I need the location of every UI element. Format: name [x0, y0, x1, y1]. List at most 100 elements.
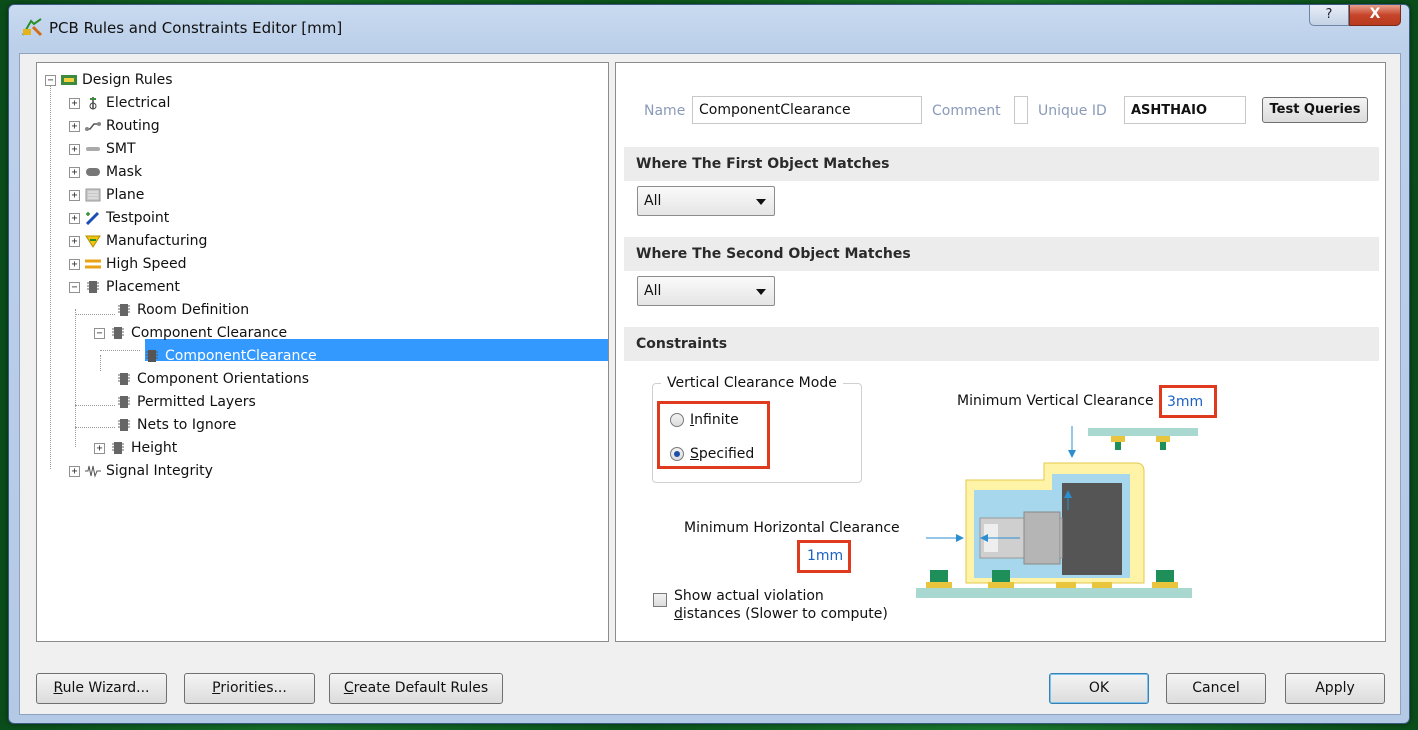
electrical-icon: [89, 97, 97, 110]
tree-item-label: ComponentClearance: [165, 348, 317, 364]
placement-icon: [87, 281, 99, 293]
close-button[interactable]: X: [1349, 5, 1401, 26]
comment-label: Comment: [932, 103, 1001, 119]
plane-icon: [85, 188, 101, 202]
show-violation-label: Show actual violation distances (Slower …: [674, 588, 888, 622]
tree-item-signal-integrity[interactable]: + Signal Integrity: [69, 460, 213, 482]
expand-icon[interactable]: +: [69, 189, 80, 201]
expand-icon[interactable]: +: [69, 235, 80, 247]
expand-icon[interactable]: +: [69, 258, 80, 270]
cancel-button[interactable]: Cancel: [1166, 673, 1266, 704]
mask-icon: [86, 168, 100, 176]
rule-comment-field[interactable]: [1014, 96, 1028, 124]
test-queries-button[interactable]: Test Queries: [1262, 97, 1368, 123]
design-rules-icon: [61, 75, 77, 85]
tree-item-height[interactable]: + Height: [94, 437, 177, 459]
tree-guide: [100, 350, 140, 351]
show-violation-checkbox[interactable]: [653, 593, 667, 607]
apply-button[interactable]: Apply: [1285, 673, 1385, 704]
tree-item-label: Signal Integrity: [106, 463, 213, 479]
testpoint-icon: [85, 211, 100, 225]
high-speed-icon: [85, 259, 101, 269]
pad: [1152, 582, 1178, 588]
tree-item-high-speed[interactable]: + High Speed: [69, 253, 187, 275]
pad: [1111, 436, 1125, 442]
pad: [926, 582, 952, 588]
tree-item-label: Component Clearance: [131, 325, 288, 341]
tree-item-permitted-layers[interactable]: Permitted Layers: [115, 391, 256, 413]
rule-chip-icon: [146, 350, 158, 362]
expand-icon[interactable]: +: [94, 442, 105, 454]
tree-item-label: Design Rules: [82, 72, 173, 88]
title-bar[interactable]: PCB Rules and Constraints Editor [mm] ? …: [9, 5, 1409, 47]
first-object-dropdown[interactable]: All: [637, 186, 775, 216]
collapse-icon[interactable]: −: [69, 281, 80, 293]
dropdown-arrow-icon: [756, 289, 766, 295]
expand-icon[interactable]: +: [69, 143, 80, 155]
rule-name-field[interactable]: ComponentClearance: [692, 96, 922, 124]
dialog-client-area: − Design Rules + Electrical + Routing +: [19, 53, 1401, 715]
rule-wizard-button[interactable]: Rule Wizard...: [36, 673, 167, 704]
manufacturing-icon: [85, 235, 101, 248]
name-label: Name: [644, 103, 686, 119]
unique-id-field[interactable]: ASHTHAIO: [1124, 96, 1246, 124]
pad: [1056, 582, 1076, 588]
tree-item-label: Room Definition: [137, 302, 250, 318]
expand-icon[interactable]: +: [69, 212, 80, 224]
tree-item-placement[interactable]: − Placement: [69, 276, 180, 298]
expand-icon[interactable]: +: [69, 166, 80, 178]
dropdown-arrow-icon: [756, 199, 766, 205]
collapse-icon[interactable]: −: [45, 74, 56, 86]
tree-item-room-definition[interactable]: Room Definition: [115, 299, 249, 321]
radio-highlight-box: [657, 401, 770, 469]
rule-chip-icon: [118, 396, 130, 408]
tree-item-plane[interactable]: + Plane: [69, 184, 144, 206]
tree-item-electrical[interactable]: + Electrical: [69, 92, 170, 114]
priorities-button[interactable]: Priorities...: [184, 673, 315, 704]
tree-guide: [75, 427, 115, 428]
collapse-icon[interactable]: −: [94, 327, 105, 339]
tree-item-routing[interactable]: + Routing: [69, 115, 160, 137]
min-vertical-clearance-value[interactable]: 3mm: [1167, 394, 1203, 410]
ok-button[interactable]: OK: [1049, 673, 1149, 704]
tree-item-label: Component Orientations: [137, 371, 310, 387]
first-object-section-header: Where The First Object Matches: [624, 147, 1379, 181]
rule-chip-icon: [118, 304, 130, 316]
dropdown-value: All: [644, 283, 662, 299]
tree-item-label: Routing: [106, 118, 160, 134]
routing-icon: [85, 122, 101, 131]
expand-icon[interactable]: +: [69, 120, 80, 132]
pad: [1156, 436, 1170, 442]
tree-item-componentclearance-rule[interactable]: ComponentClearance: [143, 345, 317, 367]
dropdown-value: All: [644, 193, 662, 209]
help-button[interactable]: ?: [1309, 5, 1349, 26]
tree-item-label: Height: [131, 440, 178, 456]
tree-item-label: Manufacturing: [106, 233, 208, 249]
tree-item-label: High Speed: [106, 256, 187, 272]
create-default-rules-button[interactable]: Create Default Rules: [329, 673, 503, 704]
smt-icon: [86, 147, 100, 151]
tree-item-manufacturing[interactable]: + Manufacturing: [69, 230, 207, 252]
unique-id-label: Unique ID: [1038, 103, 1107, 119]
tree-item-nets-to-ignore[interactable]: Nets to Ignore: [115, 414, 236, 436]
tree-item-mask[interactable]: + Mask: [69, 161, 142, 183]
tree-item-design-rules[interactable]: − Design Rules: [45, 69, 173, 91]
rules-tree-panel[interactable]: − Design Rules + Electrical + Routing +: [36, 62, 609, 642]
tree-item-label: Electrical: [106, 95, 171, 111]
min-horizontal-clearance-value[interactable]: 1mm: [807, 548, 843, 564]
min-vertical-clearance-label: Minimum Vertical Clearance: [957, 393, 1154, 409]
tree-guide: [75, 314, 115, 315]
tree-item-label: Nets to Ignore: [137, 417, 237, 433]
rule-chip-icon: [118, 373, 130, 385]
tree-item-label: Mask: [106, 164, 143, 180]
tree-item-label: Permitted Layers: [137, 394, 256, 410]
pad: [1092, 582, 1112, 588]
second-object-dropdown[interactable]: All: [637, 276, 775, 306]
expand-icon[interactable]: +: [69, 97, 80, 109]
tree-item-component-clearance[interactable]: − Component Clearance: [94, 322, 287, 344]
tree-item-testpoint[interactable]: + Testpoint: [69, 207, 169, 229]
expand-icon[interactable]: +: [69, 465, 80, 477]
pin: [992, 570, 1010, 584]
tree-item-component-orientations[interactable]: Component Orientations: [115, 368, 309, 390]
tree-item-smt[interactable]: + SMT: [69, 138, 136, 160]
